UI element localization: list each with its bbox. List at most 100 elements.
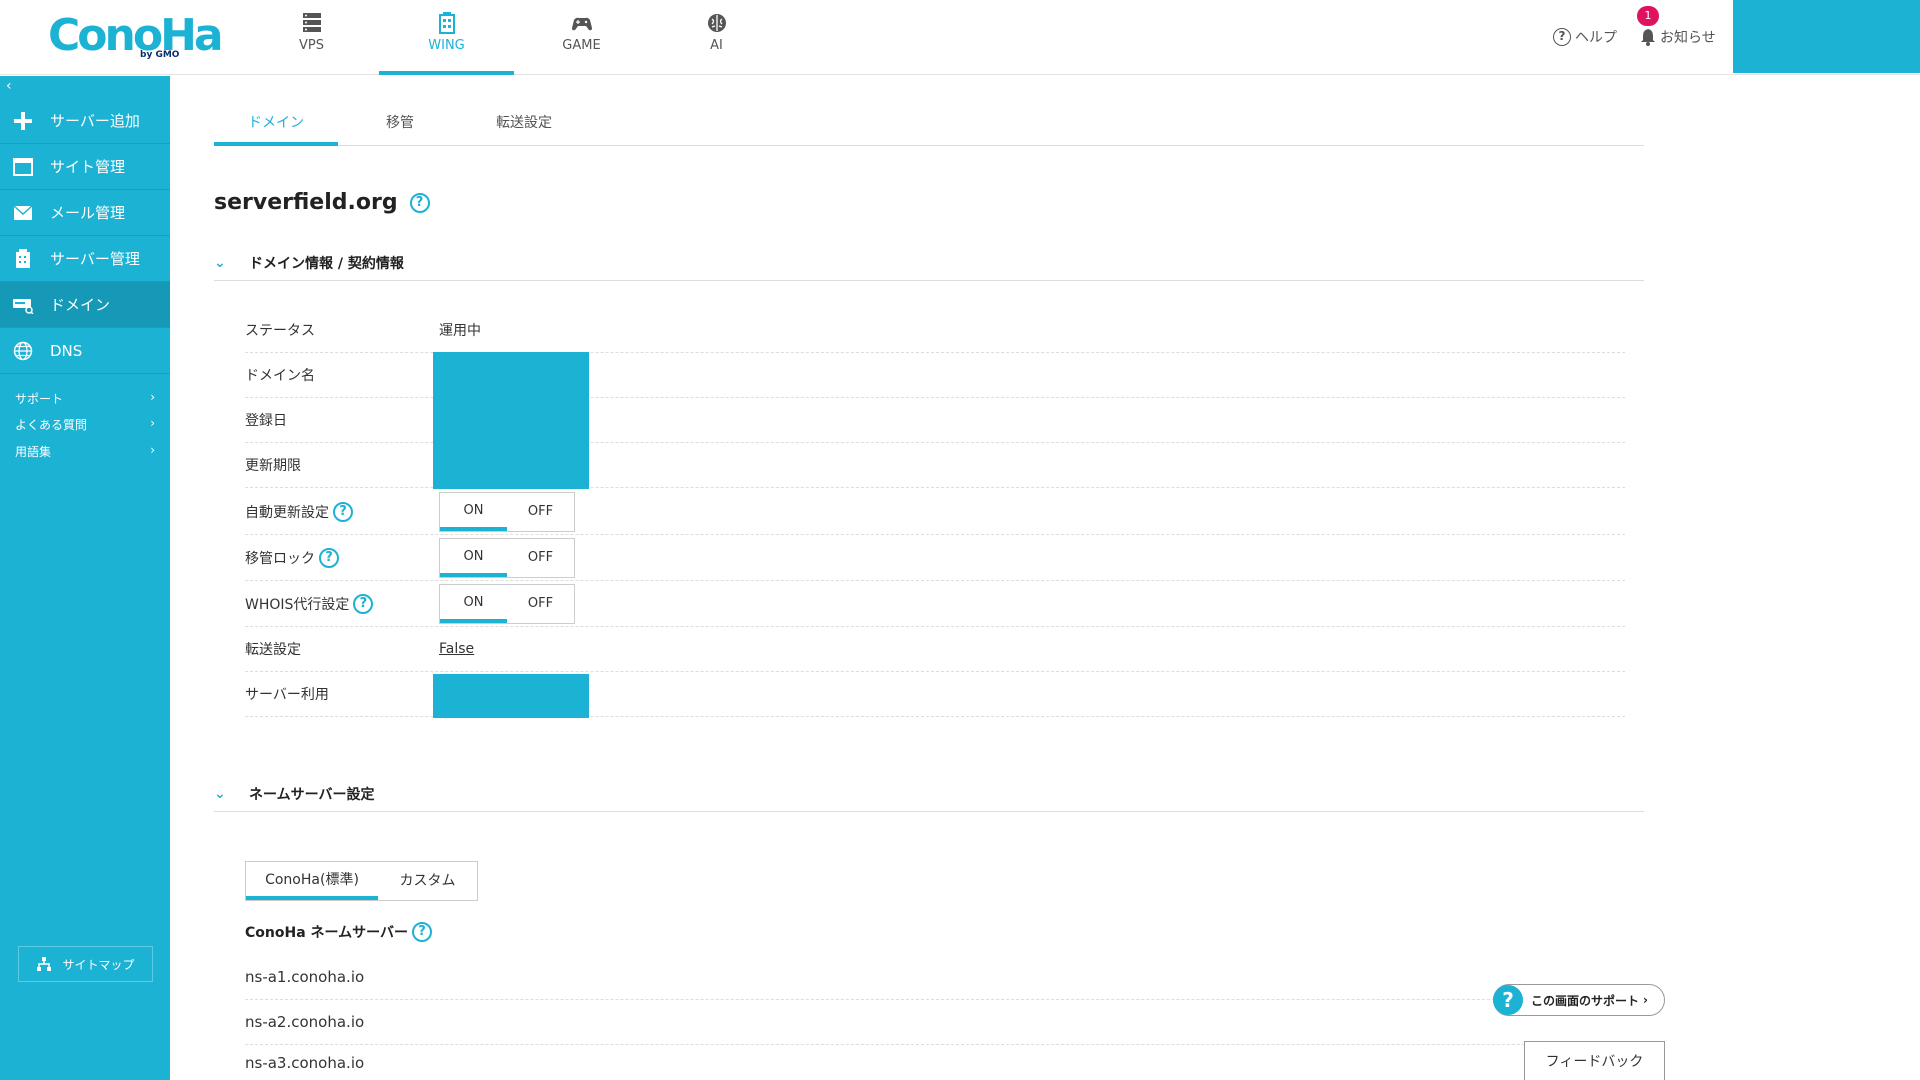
- sidebar-item-mail[interactable]: メール管理: [0, 190, 170, 236]
- window-icon: [12, 156, 34, 178]
- nav-tab-game[interactable]: GAME: [514, 0, 649, 75]
- tab-forwarding[interactable]: 転送設定: [462, 100, 586, 146]
- nav-tab-wing[interactable]: WING: [379, 0, 514, 75]
- ns-row: ns-a2.conoha.io: [245, 1000, 1625, 1045]
- ns-title-text: ConoHa ネームサーバー: [245, 925, 408, 941]
- notice-link[interactable]: お知らせ: [1640, 27, 1716, 47]
- status-label: ステータス: [245, 323, 315, 339]
- screen-support-button[interactable]: ? この画面のサポート ›: [1493, 984, 1665, 1016]
- sidebar-sub-glossary[interactable]: 用語集 ›: [15, 443, 155, 460]
- question-icon: ?: [1493, 985, 1523, 1015]
- chevron-left-icon[interactable]: ‹: [6, 78, 12, 94]
- sidebar-item-server[interactable]: サーバー管理: [0, 236, 170, 282]
- chevron-down-icon: ⌄: [214, 254, 226, 271]
- renewal-label: 更新期限: [245, 458, 301, 474]
- tab-transfer[interactable]: 移管: [338, 100, 462, 146]
- feedback-button[interactable]: フィードバック: [1524, 1041, 1665, 1080]
- nav-label-wing: WING: [428, 38, 465, 53]
- chevron-right-icon: ›: [1643, 993, 1648, 1007]
- sidebar-item-label: サーバー管理: [50, 250, 140, 268]
- ns-value: ns-a1.conoha.io: [245, 968, 365, 986]
- transfer-lock-label: 移管ロック ?: [245, 547, 439, 568]
- transfer-lock-off[interactable]: OFF: [507, 539, 574, 577]
- chevron-down-icon: ⌄: [214, 785, 226, 802]
- sidebar-item-dns[interactable]: DNS: [0, 328, 170, 374]
- globe-icon: [12, 340, 34, 362]
- domain-details-redacted: [433, 352, 589, 489]
- page-title: serverfield.org ?: [214, 190, 430, 215]
- nav-label-ai: AI: [710, 38, 723, 53]
- auto-renew-text: 自動更新設定: [245, 504, 329, 521]
- sidebar-item-domain[interactable]: ドメイン: [0, 282, 170, 328]
- sidebar-item-label: サーバー追加: [50, 112, 140, 130]
- tab-domain[interactable]: ドメイン: [214, 100, 338, 146]
- question-circle-icon: ?: [1553, 28, 1571, 46]
- sitemap-icon: [37, 957, 52, 971]
- ns-tab-standard[interactable]: ConoHa(標準): [246, 862, 378, 900]
- sidebar-sub-support[interactable]: サポート ›: [15, 390, 155, 407]
- domain-tabs: ドメイン 移管 転送設定: [214, 100, 1644, 146]
- transfer-lock-text: 移管ロック: [245, 550, 315, 567]
- sidebar-item-label: メール管理: [50, 204, 126, 222]
- top-header: ConoHa by GMO VPS WING GAME AI ? ヘルプ お知ら…: [0, 0, 1920, 75]
- whois-off[interactable]: OFF: [507, 585, 574, 623]
- nameserver-tabs: ConoHa(標準) カスタム: [245, 861, 478, 901]
- auto-renew-on[interactable]: ON: [440, 493, 507, 531]
- help-link[interactable]: ? ヘルプ: [1553, 27, 1617, 47]
- sidebar-item-add-server[interactable]: サーバー追加: [0, 98, 170, 144]
- whois-toggle: ON OFF: [439, 583, 575, 624]
- mail-icon: [12, 202, 34, 224]
- forward-value-link[interactable]: False: [439, 641, 474, 657]
- help-label: ヘルプ: [1575, 30, 1617, 46]
- nav-tab-vps[interactable]: VPS: [244, 0, 379, 75]
- registered-label: 登録日: [245, 413, 287, 429]
- brain-icon: [707, 14, 726, 32]
- ns-row: ns-a1.conoha.io: [245, 955, 1625, 1000]
- nameserver-section-header[interactable]: ⌄ ネームサーバー設定: [214, 776, 1644, 812]
- question-circle-icon[interactable]: ?: [409, 192, 430, 213]
- server-icon: [12, 248, 34, 270]
- sidebar-item-site[interactable]: サイト管理: [0, 144, 170, 190]
- sidebar-sub-faq[interactable]: よくある質問 ›: [15, 416, 155, 433]
- auto-renew-off[interactable]: OFF: [507, 493, 574, 531]
- server-use-label: サーバー利用: [245, 687, 329, 703]
- nav-tab-ai[interactable]: AI: [649, 0, 784, 75]
- ns-row: ns-a3.conoha.io: [245, 1045, 1625, 1080]
- status-value: 運用中: [439, 323, 481, 339]
- whois-label: WHOIS代行設定 ?: [245, 593, 439, 614]
- forward-label: 転送設定: [245, 642, 301, 658]
- plus-icon: [12, 110, 34, 132]
- transfer-lock-toggle: ON OFF: [439, 537, 575, 578]
- section-title: ドメイン情報 / 契約情報: [249, 255, 404, 272]
- status-row: ステータス 運用中: [245, 308, 1625, 353]
- sitemap-label: サイトマップ: [62, 957, 135, 972]
- auto-renew-row: 自動更新設定 ? ON OFF: [245, 489, 1625, 535]
- ns-value: ns-a3.conoha.io: [245, 1053, 365, 1072]
- chevron-right-icon: ›: [150, 443, 155, 457]
- whois-row: WHOIS代行設定 ? ON OFF: [245, 581, 1625, 627]
- sitemap-button[interactable]: サイトマップ: [18, 946, 153, 982]
- domain-icon: [12, 294, 34, 316]
- transfer-lock-on[interactable]: ON: [440, 539, 507, 577]
- sidebar: ‹ サーバー追加 サイト管理 メール管理 サーバー管理 ドメイン DNS サポー…: [0, 76, 170, 1080]
- question-circle-icon[interactable]: ?: [411, 922, 432, 942]
- sidebar-item-label: ドメイン: [50, 296, 111, 314]
- bell-icon: [1641, 29, 1655, 46]
- domain-name-label: ドメイン名: [245, 368, 315, 384]
- ns-tab-custom[interactable]: カスタム: [378, 862, 477, 900]
- nav-label-vps: VPS: [299, 38, 324, 53]
- chevron-right-icon: ›: [150, 390, 155, 404]
- sidebar-sub-label: 用語集: [15, 445, 52, 459]
- nav-label-game: GAME: [562, 38, 601, 53]
- question-circle-icon[interactable]: ?: [353, 593, 374, 614]
- domain-info-section-header[interactable]: ⌄ ドメイン情報 / 契約情報: [214, 245, 1644, 281]
- sidebar-item-label: サイト管理: [50, 158, 126, 176]
- question-circle-icon[interactable]: ?: [319, 547, 339, 568]
- whois-on[interactable]: ON: [440, 585, 507, 623]
- conoha-logo[interactable]: ConoHa by GMO: [48, 14, 224, 62]
- account-area-redacted[interactable]: [1733, 0, 1920, 73]
- auto-renew-toggle: ON OFF: [439, 491, 575, 532]
- question-circle-icon[interactable]: ?: [333, 501, 353, 522]
- whois-text: WHOIS代行設定: [245, 596, 350, 613]
- gamepad-icon: [571, 17, 592, 31]
